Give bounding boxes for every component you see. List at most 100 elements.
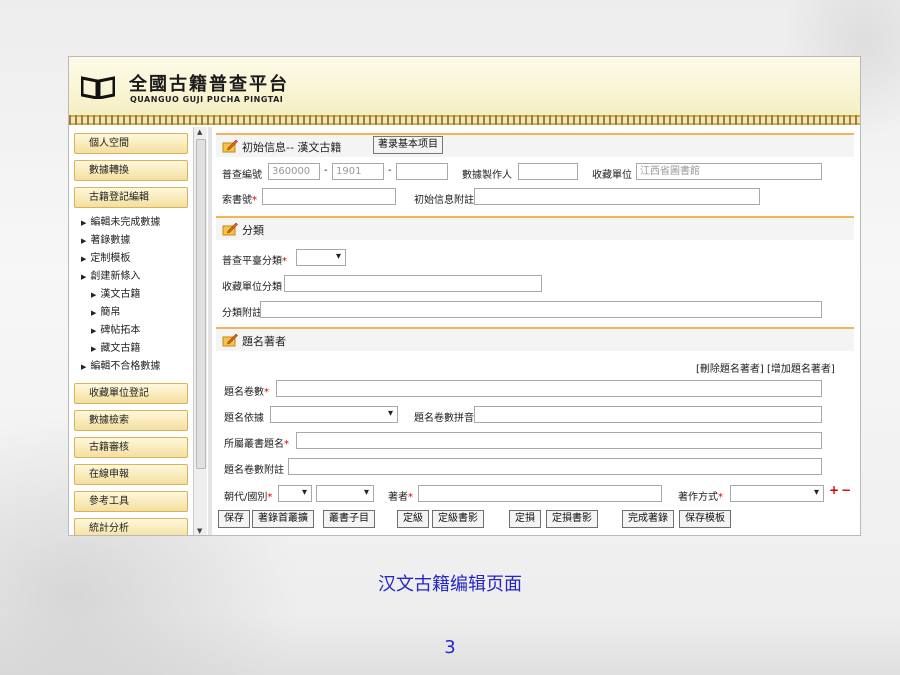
save-template-button[interactable]: 保存模板 [679, 510, 731, 528]
nav-register-edit[interactable]: 古籍登記編輯 [74, 187, 188, 208]
app-screenshot: 全國古籍普查平台 QUANGUO GUJI PUCHA PINGTAI 個人空間… [68, 56, 861, 536]
grade-button[interactable]: 定級 [397, 510, 429, 528]
separator: - [388, 165, 392, 176]
sidebar-scrollbar[interactable]: ▲ ▼ [193, 127, 207, 535]
series-subitems-button[interactable]: 叢書子目 [323, 510, 375, 528]
holding-unit-label: 收藏單位 [592, 170, 632, 181]
nav-personal-space[interactable]: 個人空間 [74, 133, 188, 154]
nav-item-create-new[interactable]: ▶ 創建新條入 [81, 267, 140, 282]
grade-image-button[interactable]: 定級書影 [432, 510, 484, 528]
main-form: 初始信息-- 漢文古籍 著录基本项目 普查編號 360000 - 1901 - … [212, 127, 860, 503]
survey-class-label: 普查平臺分類* [222, 256, 287, 267]
page-number: 3 [444, 637, 456, 658]
nav-item-label: 著錄數據 [90, 235, 131, 246]
decorative-band [69, 115, 860, 125]
title-pinyin-label: 題名卷數拼音 [414, 413, 474, 424]
nav-item-edit-incomplete[interactable]: ▶ 編輯未完成數據 [81, 213, 160, 228]
remove-row-icon[interactable]: − [841, 483, 851, 497]
nav-item-edit-unqualified[interactable]: ▶ 編輯不合格數據 [81, 357, 160, 372]
data-maker-label: 數據製作人 [462, 170, 512, 181]
add-row-icon[interactable]: + [829, 483, 839, 497]
survey-no-field-2[interactable]: 1901 [332, 163, 384, 180]
bottom-toolbar: 保存 著錄首叢擴 叢書子目 定級 定級書影 定損 定損書影 完成著錄 保存模板 [212, 502, 860, 535]
scrollbar-thumb[interactable] [196, 139, 206, 469]
nav-data-search[interactable]: 數據檢索 [74, 410, 188, 431]
series-title-field[interactable] [296, 432, 822, 449]
app-title: 全國古籍普查平台 [129, 74, 289, 95]
title-basis-label: 題名依據 [224, 413, 264, 424]
class-note-label: 分類附註 [222, 308, 262, 319]
nav-item-label: 碑帖拓本 [100, 325, 141, 336]
sidebar: 個人空間 數據轉換 古籍登記編輯 ▶ 編輯未完成數據 ▶ 著錄數據 ▶ 定制模板 ▶ 創… [69, 127, 207, 535]
nav-classics-review[interactable]: 古籍審核 [74, 437, 188, 458]
triangle-right-icon: ▶ [91, 291, 97, 299]
nav-item-label: 編輯不合格數據 [90, 361, 161, 372]
damage-button[interactable]: 定損 [509, 510, 541, 528]
separator: - [324, 165, 328, 176]
nav-item-label: 定制模板 [90, 253, 131, 264]
unit-class-field[interactable] [284, 275, 542, 292]
title-pinyin-field[interactable] [474, 406, 822, 423]
author-mode-select[interactable] [730, 485, 824, 502]
nav-online-report[interactable]: 在線申報 [74, 464, 188, 485]
title-note-field[interactable] [288, 458, 822, 475]
country-select[interactable] [316, 485, 374, 502]
nav-item-label: 創建新條入 [90, 271, 141, 282]
damage-image-button[interactable]: 定損書影 [546, 510, 598, 528]
author-label: 著者* [388, 492, 413, 503]
dynasty-label: 朝代/國別* [224, 492, 273, 503]
nav-item-rubbings[interactable]: ▶ 碑帖拓本 [91, 321, 140, 336]
author-mode-label: 著作方式* [678, 492, 723, 503]
book-logo-icon [81, 76, 115, 99]
title-author-actions[interactable]: [刪除題名著者] [增加題名著者] [696, 360, 835, 375]
survey-no-field-1[interactable]: 360000 [268, 163, 320, 180]
holding-unit-field[interactable]: 江西省圖書館 [636, 163, 822, 180]
nav-item-label: 藏文古籍 [100, 343, 141, 354]
nav-data-conversion[interactable]: 數據轉換 [74, 160, 188, 181]
section-initial-info: 初始信息-- 漢文古籍 著录基本项目 [216, 133, 854, 157]
catalog-series-button[interactable]: 著錄首叢擴 [252, 510, 314, 528]
data-maker-field[interactable] [518, 163, 578, 180]
series-title-label: 所屬叢書題名* [224, 439, 289, 450]
triangle-down-icon: ▶ [81, 273, 87, 281]
save-button[interactable]: 保存 [218, 510, 250, 528]
nav-reference-tools[interactable]: 參考工具 [74, 491, 188, 512]
author-field[interactable] [418, 485, 662, 502]
slide-caption: 汉文古籍编辑页面 [378, 574, 522, 595]
initial-note-label: 初始信息附註 [414, 195, 474, 206]
survey-class-select[interactable] [296, 249, 346, 266]
edit-pencil-icon [222, 139, 238, 153]
nav-item-han-classics[interactable]: ▶ 漢文古籍 [91, 285, 140, 300]
triangle-right-icon: ▶ [81, 237, 87, 245]
section-classification: 分類 [216, 216, 854, 240]
edit-pencil-icon [222, 333, 238, 347]
triangle-right-icon: ▶ [81, 219, 87, 227]
triangle-right-icon: ▶ [81, 255, 87, 263]
section-title: 題名著者 [242, 335, 286, 348]
title-vol-field[interactable] [276, 380, 822, 397]
triangle-right-icon: ▶ [91, 309, 97, 317]
catalog-basic-items-button[interactable]: 著录基本项目 [373, 136, 443, 154]
call-no-label: 索書號* [222, 195, 257, 206]
title-basis-select[interactable] [270, 406, 398, 423]
class-note-field[interactable] [260, 301, 822, 318]
survey-no-field-3[interactable] [396, 163, 448, 180]
section-title: 初始信息-- 漢文古籍 [242, 141, 342, 154]
scroll-down-icon[interactable]: ▼ [197, 527, 202, 535]
nav-item-bamboo-silk[interactable]: ▶ 簡帛 [91, 303, 120, 318]
nav-item-label: 編輯未完成數據 [90, 217, 161, 228]
complete-catalog-button[interactable]: 完成著錄 [622, 510, 674, 528]
dynasty-select[interactable] [278, 485, 312, 502]
initial-note-field[interactable] [474, 188, 760, 205]
scroll-up-icon[interactable]: ▲ [197, 128, 202, 136]
nav-item-catalog-data[interactable]: ▶ 著錄數據 [81, 231, 130, 246]
survey-no-label: 普查編號 [222, 170, 262, 181]
nav-item-custom-template[interactable]: ▶ 定制模板 [81, 249, 130, 264]
edit-pencil-icon [222, 222, 238, 236]
nav-statistics[interactable]: 統計分析 [74, 518, 188, 535]
app-header: 全國古籍普查平台 QUANGUO GUJI PUCHA PINGTAI [69, 57, 860, 125]
section-title: 分類 [242, 224, 264, 237]
nav-item-tibetan-classics[interactable]: ▶ 藏文古籍 [91, 339, 140, 354]
call-no-field[interactable] [262, 188, 396, 205]
nav-holding-unit-register[interactable]: 收藏單位登記 [74, 383, 188, 404]
